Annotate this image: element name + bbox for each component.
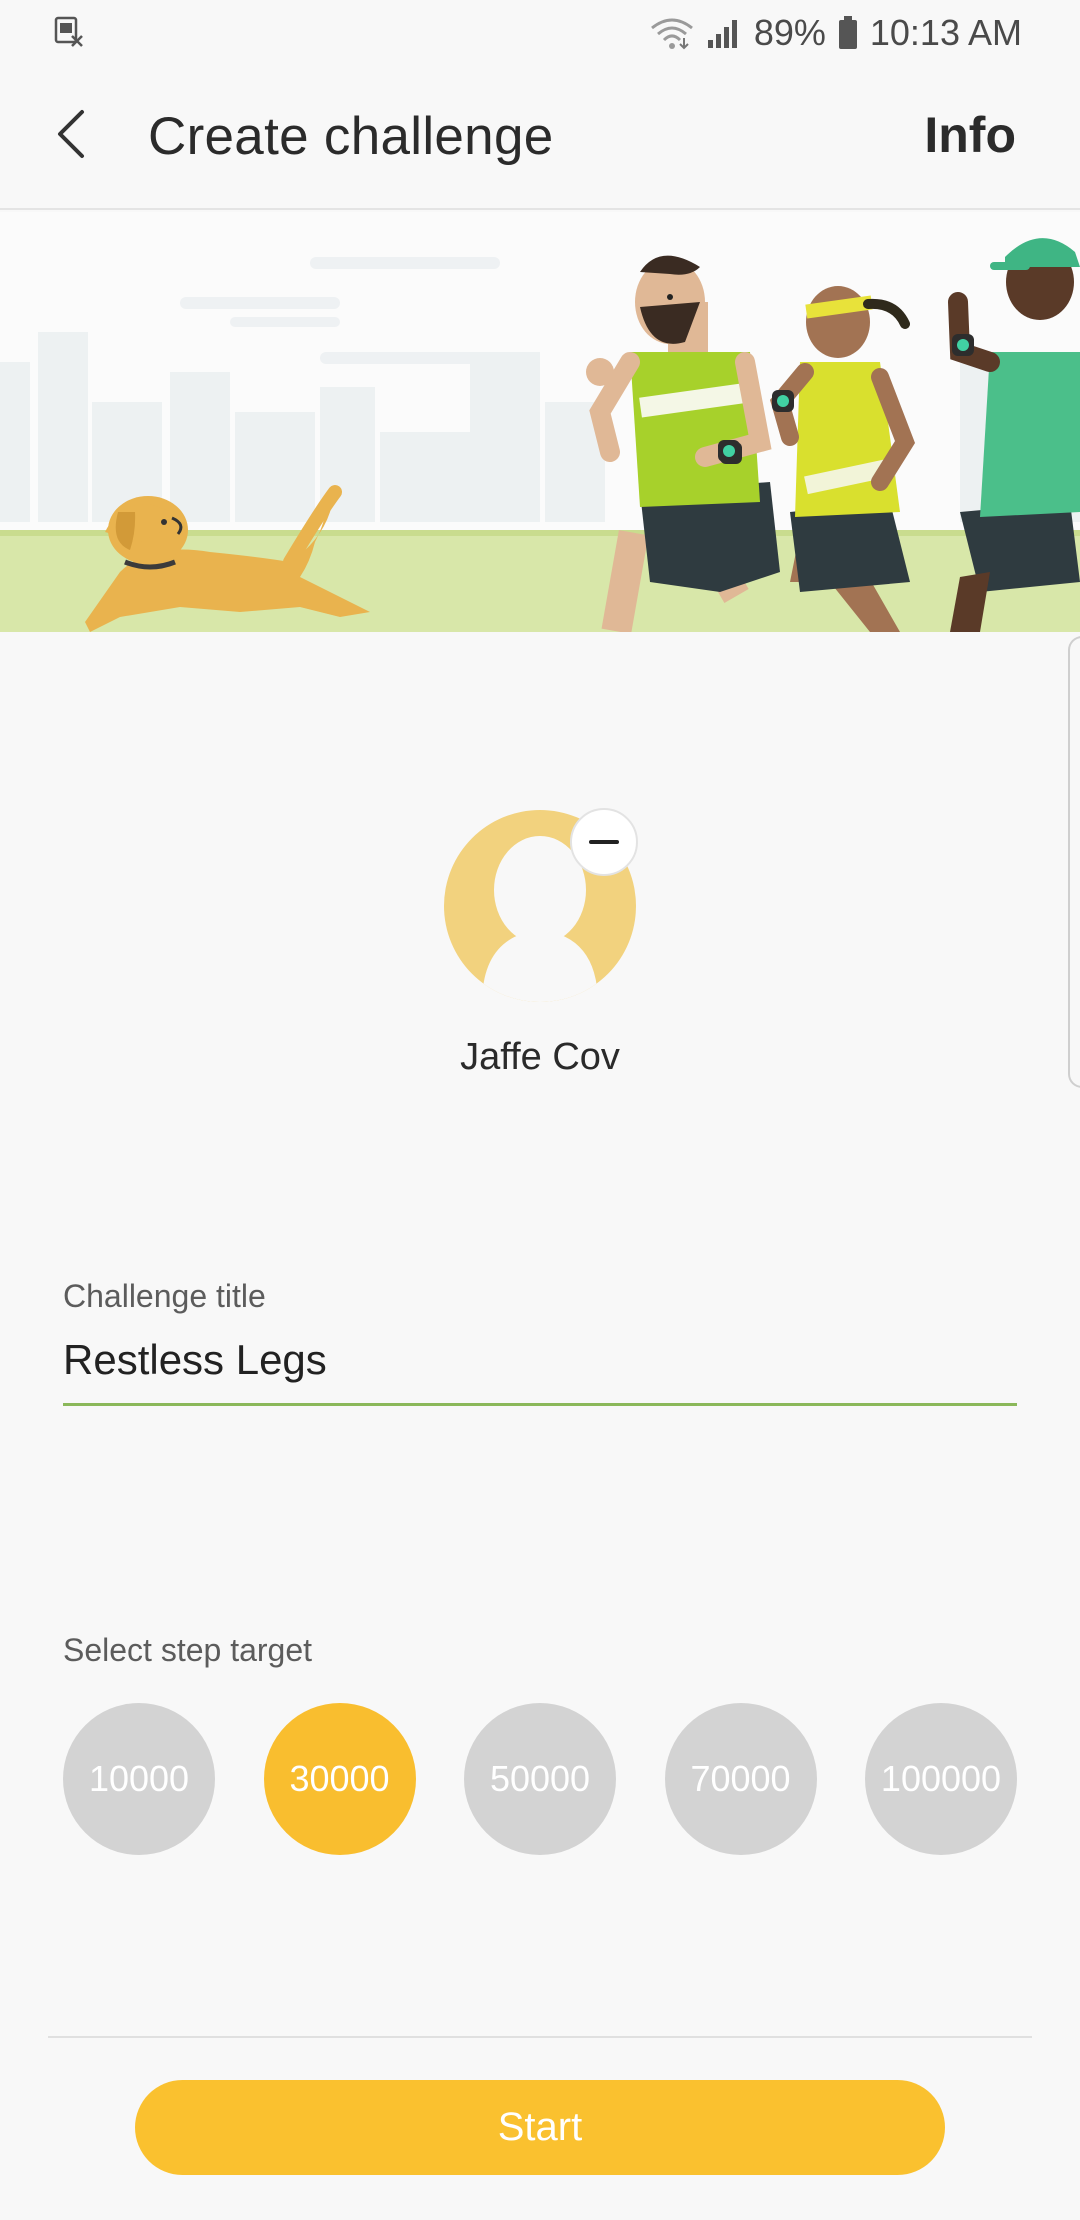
minus-icon [589, 840, 619, 844]
sim-card-off-icon [52, 14, 86, 53]
wifi-icon [650, 16, 694, 50]
create-challenge-screen: 89% 10:13 AM Create challenge Info Jaffe… [0, 0, 1080, 2220]
battery-percent: 89% [753, 12, 826, 53]
participant-name: Jaffe Cov [460, 1036, 620, 1078]
person-silhouette-icon [442, 810, 638, 1008]
step-target-label: Select step target [63, 1632, 313, 1668]
start-button[interactable]: Start [135, 2080, 945, 2175]
battery-icon [838, 16, 858, 50]
info-button[interactable]: Info [924, 106, 1016, 164]
status-bar: 89% 10:13 AM [0, 0, 1080, 66]
step-target-option-50000[interactable]: 50000 [464, 1703, 616, 1855]
scroll-handle[interactable] [1068, 636, 1080, 1088]
step-target-option-30000[interactable]: 30000 [263, 1703, 416, 1855]
challenge-title-input[interactable] [63, 1330, 1017, 1406]
bottom-divider [48, 2036, 1032, 2038]
signal-icon [706, 18, 742, 48]
step-target-option-70000[interactable]: 70000 [664, 1703, 817, 1855]
status-time: 10:13 AM [869, 12, 1022, 53]
step-target-option-100000[interactable]: 100000 [865, 1703, 1017, 1855]
page-title: Create challenge [148, 107, 554, 166]
back-button[interactable] [40, 104, 104, 168]
remove-participant-button[interactable] [570, 808, 638, 876]
back-arrow-icon [52, 106, 92, 167]
step-target-option-10000[interactable]: 10000 [63, 1703, 215, 1855]
challenge-title-label: Challenge title [63, 1278, 266, 1314]
step-target-options: 10000 30000 50000 70000 100000 [63, 1703, 1017, 1855]
app-bar: Create challenge Info [0, 66, 1080, 210]
runners-and-dog-illustration [0, 212, 1080, 632]
